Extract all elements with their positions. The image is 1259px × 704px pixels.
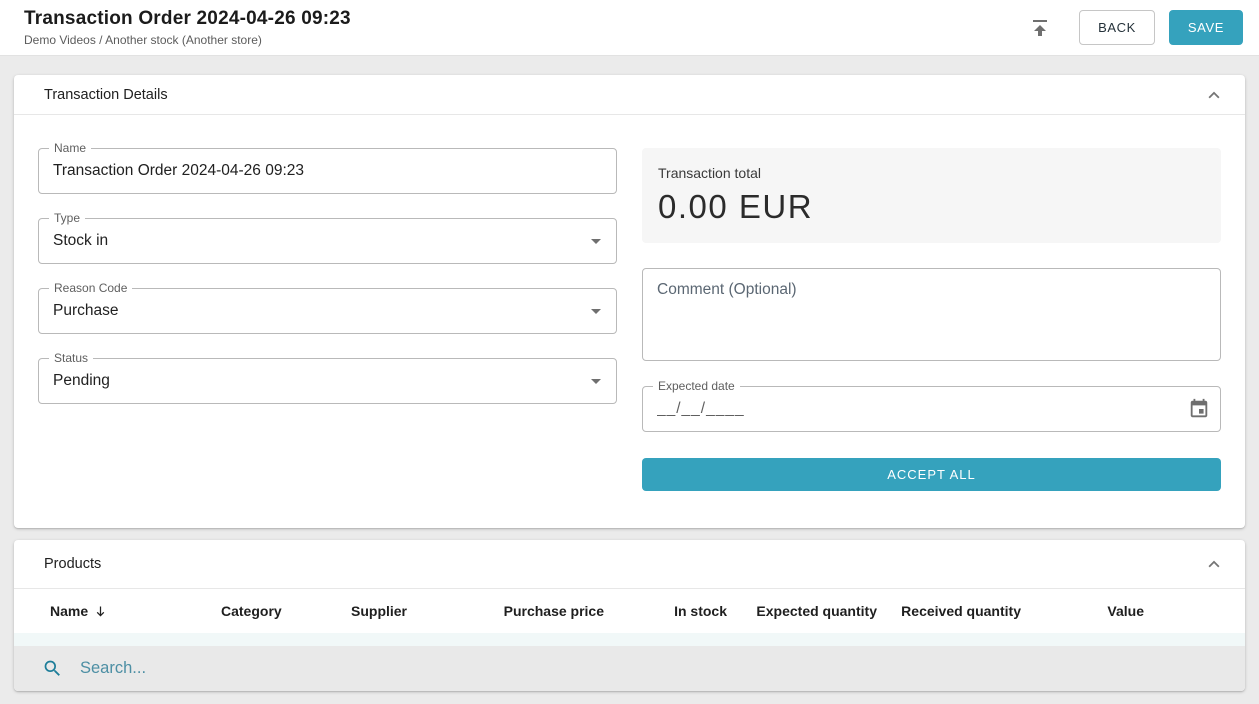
breadcrumb: Demo Videos / Another stock (Another sto…	[24, 33, 351, 47]
page-title: Transaction Order 2024-04-26 09:23	[24, 8, 351, 30]
collapse-details-button[interactable]	[1203, 84, 1225, 106]
products-card: Products Name Category Supplier Purchase…	[14, 540, 1245, 691]
comment-textarea[interactable]	[643, 269, 1220, 360]
products-title: Products	[44, 556, 101, 572]
type-select[interactable]: Type Stock in	[38, 218, 617, 264]
search-icon	[42, 658, 63, 679]
column-header-in-stock[interactable]: In stock	[604, 603, 727, 619]
expected-date-field: Expected date	[642, 386, 1221, 432]
transaction-details-header: Transaction Details	[14, 75, 1245, 115]
back-button[interactable]: BACK	[1079, 10, 1155, 45]
expected-date-input[interactable]	[643, 387, 1220, 431]
transaction-details-card: Transaction Details Name Type Stock in	[14, 75, 1245, 528]
name-field: Name	[38, 148, 617, 194]
column-header-received-quantity[interactable]: Received quantity	[877, 603, 1021, 619]
upload-button[interactable]	[1023, 11, 1057, 45]
transaction-details-title: Transaction Details	[44, 87, 168, 103]
transaction-details-body: Name Type Stock in Reason Code Purchase	[14, 115, 1245, 528]
status-select-label: Status	[49, 351, 93, 365]
chevron-up-icon	[1203, 84, 1225, 106]
column-header-value[interactable]: Value	[1021, 603, 1144, 619]
name-field-label: Name	[49, 141, 91, 155]
products-table-body-empty	[14, 633, 1245, 646]
calendar-icon	[1188, 398, 1210, 420]
type-dropdown-arrow-icon	[584, 229, 608, 253]
details-left-column: Name Type Stock in Reason Code Purchase	[38, 148, 617, 491]
accept-all-button[interactable]: ACCEPT ALL	[642, 458, 1221, 491]
status-select[interactable]: Status Pending	[38, 358, 617, 404]
name-input[interactable]	[39, 149, 616, 193]
page-content: Transaction Details Name Type Stock in	[0, 56, 1259, 691]
header-titles: Transaction Order 2024-04-26 09:23 Demo …	[24, 8, 351, 47]
collapse-products-button[interactable]	[1203, 553, 1225, 575]
products-header: Products	[14, 540, 1245, 589]
transaction-total-label: Transaction total	[658, 165, 1205, 181]
reason-code-select[interactable]: Reason Code Purchase	[38, 288, 617, 334]
save-button[interactable]: SAVE	[1169, 10, 1243, 45]
reason-code-select-value: Purchase	[39, 289, 616, 333]
comment-field	[642, 268, 1221, 361]
status-dropdown-arrow-icon	[584, 369, 608, 393]
open-calendar-button[interactable]	[1188, 398, 1210, 420]
products-table-header: Name Category Supplier Purchase price In…	[14, 589, 1245, 633]
column-header-name[interactable]: Name	[14, 603, 207, 619]
expected-date-label: Expected date	[653, 379, 740, 393]
type-select-value: Stock in	[39, 219, 616, 263]
status-select-value: Pending	[39, 359, 616, 403]
column-header-supplier[interactable]: Supplier	[337, 603, 500, 619]
products-search-bar	[14, 646, 1245, 691]
column-header-expected-quantity[interactable]: Expected quantity	[727, 603, 877, 619]
chevron-up-icon	[1203, 553, 1225, 575]
column-header-purchase-price[interactable]: Purchase price	[500, 603, 604, 619]
details-right-column: Transaction total 0.00 EUR Expected date	[642, 148, 1221, 491]
sort-arrow-down-icon	[93, 604, 108, 619]
app-root: Transaction Order 2024-04-26 09:23 Demo …	[0, 0, 1259, 691]
transaction-total-box: Transaction total 0.00 EUR	[642, 148, 1221, 243]
reason-code-select-label: Reason Code	[49, 281, 132, 295]
search-input[interactable]	[80, 659, 580, 678]
transaction-total-value: 0.00 EUR	[658, 188, 1205, 226]
type-select-label: Type	[49, 211, 85, 225]
reason-code-dropdown-arrow-icon	[584, 299, 608, 323]
upload-icon	[1028, 16, 1052, 40]
column-header-category[interactable]: Category	[207, 603, 337, 619]
page-header: Transaction Order 2024-04-26 09:23 Demo …	[0, 0, 1259, 56]
header-actions: BACK SAVE	[1023, 10, 1243, 45]
